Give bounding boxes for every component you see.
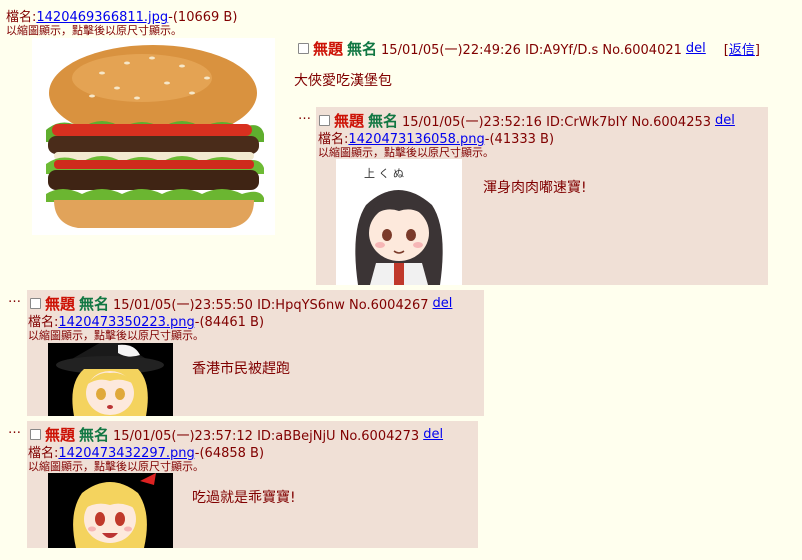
reply-2-del-link[interactable]: del: [433, 296, 453, 311]
reply-3-dots: …: [8, 422, 21, 437]
op-reply-bracket-close: ]: [754, 43, 760, 58]
reply-1-dots: …: [298, 108, 311, 123]
reply-1-delete-checkbox[interactable]: [319, 115, 330, 126]
op-meta: 15/01/05(一)22:49:26 ID:A9Yf/D.s No.60040…: [381, 43, 682, 58]
anime-girl-black-hair-image: 上 く ぬ: [336, 159, 462, 285]
anime-blonde-girl-image: [48, 473, 173, 548]
reply-2-thumb-hint: 以縮圖顯示，點擊後以原尺寸顯示。: [28, 329, 204, 342]
reply-3: 無題 無名 15/01/05(一)23:57:12 ID:aBBejNjU No…: [27, 421, 478, 548]
op-thumbnail[interactable]: [32, 38, 275, 235]
reply-3-body-text: 吃過就是乖寶寶!: [192, 490, 296, 506]
op-title: 無題: [313, 40, 344, 58]
reply-3-thumb-hint: 以縮圖顯示，點擊後以原尺寸顯示。: [28, 460, 204, 473]
reply-1-thumbnail[interactable]: 上 く ぬ: [336, 159, 462, 285]
reply-1-thumb-hint: 以縮圖顯示，點擊後以原尺寸顯示。: [318, 146, 494, 159]
reply-3-thumbnail[interactable]: [48, 473, 173, 548]
hamburger-image: [32, 38, 275, 235]
reply-3-file-size: -(64858 B): [194, 446, 265, 461]
reply-2-body-text: 香港市民被趕跑: [192, 361, 290, 377]
op-reply-link-wrapper: [返信]: [724, 39, 760, 58]
reply-2-file-size: -(84461 B): [194, 315, 265, 330]
reply-3-delete-checkbox[interactable]: [30, 429, 41, 440]
reply-1-del-link[interactable]: del: [715, 113, 735, 128]
anime-witch-blonde-image: [48, 343, 173, 416]
op-body-text: 大俠愛吃漢堡包: [294, 73, 392, 89]
op-delete-checkbox[interactable]: [298, 43, 309, 54]
reply-2-delete-checkbox[interactable]: [30, 298, 41, 309]
op-name: 無名: [347, 40, 378, 58]
reply-1-body-text: 渾身肉肉嘟速寶!: [483, 180, 587, 196]
reply-2-thumbnail[interactable]: [48, 343, 173, 416]
reply-3-del-link[interactable]: del: [423, 427, 443, 442]
reply-1-thumb-caption: 上 く ぬ: [364, 167, 404, 180]
reply-1-file-size: -(41333 B): [484, 132, 555, 147]
reply-2-dots: …: [8, 291, 21, 306]
reply-1: 無題 無名 15/01/05(一)23:52:16 ID:CrWk7bIY No…: [316, 107, 768, 285]
op-header: 無題 無名 15/01/05(一)22:49:26 ID:A9Yf/D.s No…: [298, 38, 760, 59]
reply-2: 無題 無名 15/01/05(一)23:55:50 ID:HpqYS6nw No…: [27, 290, 484, 416]
op-reply-link[interactable]: 返信: [729, 43, 755, 58]
op-thumb-hint: 以縮圖顯示，點擊後以原尺寸顯示。: [6, 24, 182, 37]
op-del-link[interactable]: del: [686, 41, 706, 56]
